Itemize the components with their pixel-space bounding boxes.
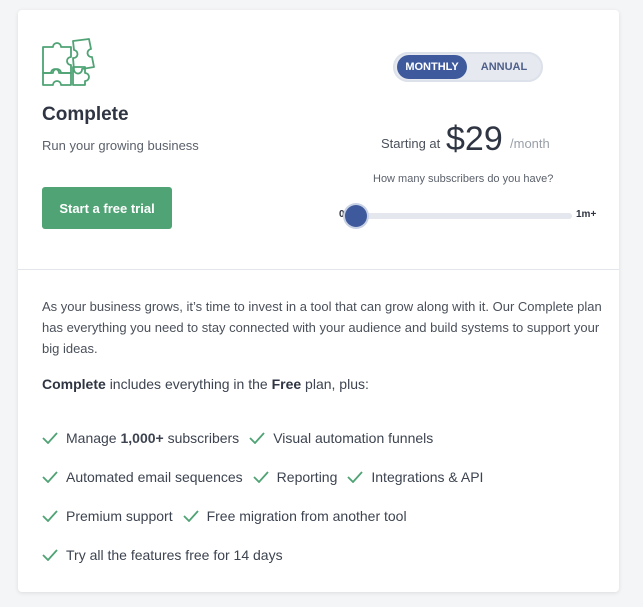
- feature-item: Free migration from another tool: [182, 507, 407, 524]
- check-icon: [347, 470, 364, 483]
- feature-subs-post: subscribers: [167, 429, 240, 446]
- slider-thumb[interactable]: [345, 205, 367, 227]
- feature-label: Integrations & API: [371, 468, 484, 485]
- feature-subs-count: 1,000+: [120, 429, 164, 446]
- feature-label: Reporting: [276, 468, 338, 485]
- slider-max-label: 1m+: [576, 209, 597, 220]
- price-prefix: Starting at: [381, 136, 441, 151]
- price: Starting at $29 /month: [381, 116, 561, 158]
- check-icon: [42, 470, 58, 483]
- feature-list: Manage 1,000+ subscribers Visual automat…: [42, 418, 602, 574]
- feature-item: Visual automation funnels: [249, 430, 433, 446]
- feature-label: Free migration from another tool: [206, 507, 407, 524]
- plan-description: As your business grows, it’s time to inv…: [42, 299, 602, 356]
- slider-min-label: 0: [339, 209, 345, 220]
- billing-annual-option[interactable]: ANNUAL: [471, 55, 537, 79]
- feature-row: Manage 1,000+ subscribers Visual automat…: [42, 418, 602, 457]
- plan-name: Complete: [42, 104, 129, 125]
- includes-suffix: plan, plus:: [305, 376, 369, 392]
- start-free-trial-button[interactable]: Start a free trial: [42, 187, 172, 229]
- price-unit: /month: [510, 136, 550, 151]
- check-icon: [249, 431, 265, 444]
- feature-label: Premium support: [66, 507, 173, 524]
- check-icon: [42, 548, 58, 561]
- feature-item: Automated email sequences: [42, 469, 243, 485]
- check-icon: [182, 509, 199, 522]
- feature-item: Reporting: [253, 468, 338, 485]
- feature-label: Automated email sequences: [66, 468, 243, 485]
- billing-monthly-option[interactable]: MONTHLY: [397, 55, 467, 79]
- pricing-card: Complete Run your growing business Start…: [18, 10, 619, 592]
- check-icon: [253, 470, 269, 483]
- feature-item: Integrations & API: [347, 469, 483, 485]
- includes-plan-name: Complete: [42, 376, 106, 392]
- includes-line: Complete includes everything in the Free…: [42, 376, 369, 392]
- check-icon: [42, 509, 58, 522]
- slider-track[interactable]: [356, 213, 572, 219]
- includes-mid-text: includes everything in the: [109, 376, 268, 392]
- feature-row: Premium support Free migration from anot…: [42, 496, 602, 535]
- feature-item: Manage 1,000+ subscribers: [42, 430, 239, 446]
- puzzle-icon: [42, 38, 95, 86]
- pricing-card-header: Complete Run your growing business Start…: [18, 10, 619, 270]
- feature-row: Try all the features free for 14 days: [42, 535, 602, 574]
- plan-tagline: Run your growing business: [42, 138, 199, 153]
- feature-item: Premium support: [42, 508, 173, 524]
- feature-row: Automated email sequences Reporting Inte…: [42, 457, 602, 496]
- subscribers-question: How many subscribers do you have?: [373, 173, 554, 185]
- includes-base-plan: Free: [271, 376, 302, 392]
- check-icon: [42, 431, 58, 444]
- billing-period-toggle[interactable]: MONTHLY ANNUAL: [393, 52, 543, 82]
- price-amount: $29: [446, 120, 503, 158]
- feature-subs-pre: Manage: [66, 429, 117, 446]
- feature-label: Try all the features free for 14 days: [66, 546, 283, 563]
- feature-item: Try all the features free for 14 days: [42, 547, 283, 563]
- feature-label: Visual automation funnels: [273, 429, 434, 446]
- subscribers-slider[interactable]: 0 1m+: [338, 204, 603, 227]
